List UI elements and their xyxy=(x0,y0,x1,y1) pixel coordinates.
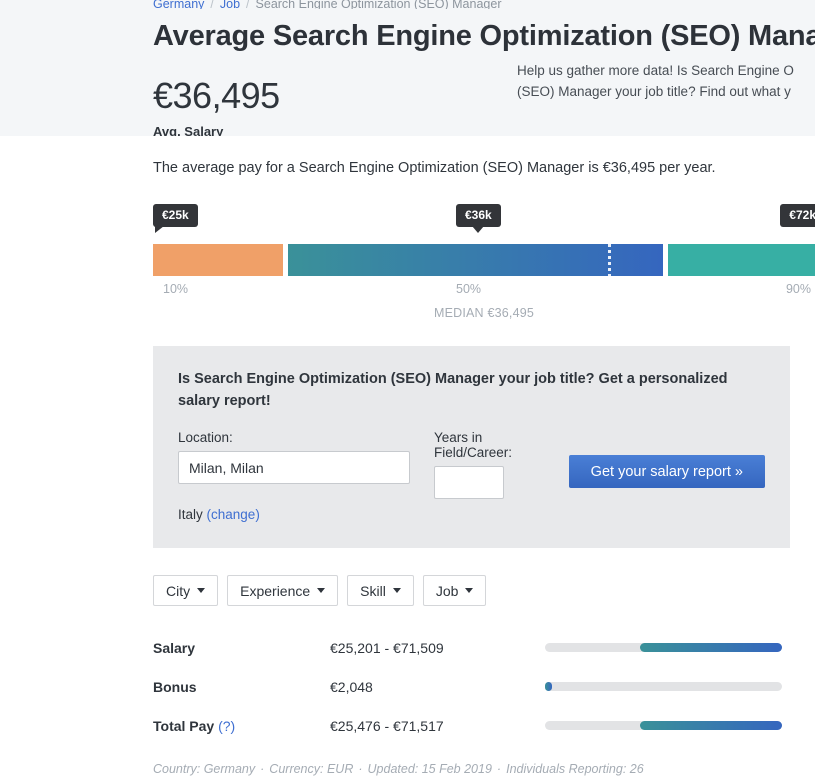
chevron-down-icon xyxy=(392,588,401,593)
chart-tooltip-p10: €25k xyxy=(153,204,198,233)
average-salary-label: Avg. Salary xyxy=(153,124,224,136)
help-question-icon[interactable]: (?) xyxy=(218,718,235,734)
pay-row-range-fill xyxy=(639,721,782,730)
chart-segment-p10 xyxy=(153,244,283,276)
pay-row-label: Bonus xyxy=(153,678,197,695)
filter-skill-label: Skill xyxy=(360,582,386,599)
meta-updated: Updated: 15 Feb 2019 xyxy=(367,762,492,776)
table-row: Total Pay (?) €25,476 - €71,517 xyxy=(153,706,790,745)
main-content: The average pay for a Search Engine Opti… xyxy=(0,136,815,776)
chart-segment-interquartile xyxy=(288,244,663,276)
breadcrumb-separator: / xyxy=(246,0,250,9)
filter-skill-dropdown[interactable]: Skill xyxy=(347,575,414,606)
filter-experience-dropdown[interactable]: Experience xyxy=(227,575,339,606)
report-panel-heading: Is Search Engine Optimization (SEO) Mana… xyxy=(178,371,728,409)
location-field-group: Location: xyxy=(178,430,410,484)
chart-bars xyxy=(153,244,815,276)
meta-currency: Currency: EUR xyxy=(269,762,354,776)
page-title: Average Search Engine Optimization (SEO)… xyxy=(153,20,815,52)
page-header: Germany / Job / Search Engine Optimization (… xyxy=(0,0,815,136)
help-text-line-2: (SEO) Manager your job title? Find out w… xyxy=(517,84,791,99)
table-row: Salary €25,201 - €71,509 xyxy=(153,628,790,667)
chart-median-caption: MEDIAN €36,495 xyxy=(433,306,535,320)
pay-row-label: Salary xyxy=(153,639,196,656)
filter-button-group: City Experience Skill Job xyxy=(153,575,815,606)
pay-row-value: €25,476 - €71,517 xyxy=(330,717,444,734)
breadcrumb-separator: / xyxy=(210,0,214,9)
meta-country: Country: Germany xyxy=(153,762,256,776)
location-label: Location: xyxy=(178,430,233,445)
chevron-down-icon xyxy=(465,588,474,593)
pay-row-range-fill xyxy=(545,682,553,691)
chart-median-marker xyxy=(608,244,611,276)
get-salary-report-button[interactable]: Get your salary report » xyxy=(568,455,765,488)
meta-separator: · xyxy=(358,762,363,776)
years-label: Years in Field/Career: xyxy=(434,430,513,460)
help-text-line-1: Help us gather more data! Is Search Engi… xyxy=(517,63,794,78)
meta-footer: Country: Germany · Currency: EUR · Updated: … xyxy=(153,762,815,776)
pay-row-range-bar xyxy=(545,721,782,730)
intro-paragraph: The average pay for a Search Engine Opti… xyxy=(153,160,716,176)
report-form-fields: Location: Years in Field/Career: Get you… xyxy=(178,430,765,499)
pay-row-value: €25,201 - €71,509 xyxy=(330,639,444,656)
pay-row-label: Total Pay (?) xyxy=(153,718,330,734)
salary-report-panel: Is Search Engine Optimization (SEO) Mana… xyxy=(153,346,790,548)
pay-row-range-bar xyxy=(545,682,782,691)
chart-tooltip-median: €36k xyxy=(456,204,501,233)
pay-row-range-bar xyxy=(545,643,782,652)
chart-tick-10: 10% xyxy=(163,282,189,296)
breadcrumb-item-germany[interactable]: Germany xyxy=(153,0,204,9)
breadcrumb: Germany / Job / Search Engine Optimization (… xyxy=(153,0,815,9)
chart-segment-p90 xyxy=(668,244,815,276)
change-country-link[interactable]: (change) xyxy=(207,507,260,522)
help-gather-data-text: Help us gather more data! Is Search Engi… xyxy=(517,60,815,102)
chart-tooltip-p90: €72k xyxy=(780,204,815,233)
breadcrumb-item-current: Search Engine Optimization (SEO) Manager xyxy=(255,0,502,9)
chevron-down-icon xyxy=(317,588,326,593)
meta-individuals-reporting: Individuals Reporting: 26 xyxy=(506,762,644,776)
chart-tick-50: 50% xyxy=(456,282,482,296)
pay-row-range-fill xyxy=(639,643,782,652)
location-input[interactable] xyxy=(178,451,410,484)
pay-row-label-text: Total Pay xyxy=(153,717,215,734)
filter-job-dropdown[interactable]: Job xyxy=(422,575,487,606)
chart-percentile-ticks: 10% 50% 90% xyxy=(153,282,815,298)
pay-breakdown-table: Salary €25,201 - €71,509 Bonus €2,048 To… xyxy=(153,628,790,745)
pay-row-value: €2,048 xyxy=(330,678,373,695)
years-input[interactable] xyxy=(434,466,504,499)
table-row: Bonus €2,048 xyxy=(153,667,790,706)
salary-range-chart: €25k €36k €72k 10% 50% 90% MEDIAN €36,49… xyxy=(153,204,815,324)
chart-tick-90: 90% xyxy=(785,282,811,296)
filter-job-label: Job xyxy=(435,582,459,599)
country-name: Italy xyxy=(178,507,203,522)
filter-city-label: City xyxy=(166,582,191,599)
meta-separator: · xyxy=(260,762,265,776)
chevron-down-icon xyxy=(197,588,206,593)
country-line: Italy (change) xyxy=(178,507,765,522)
filter-experience-label: Experience xyxy=(240,582,311,599)
meta-separator: · xyxy=(496,762,502,776)
breadcrumb-item-job[interactable]: Job xyxy=(220,0,240,9)
filter-city-dropdown[interactable]: City xyxy=(153,575,219,606)
years-field-group: Years in Field/Career: xyxy=(434,430,558,499)
